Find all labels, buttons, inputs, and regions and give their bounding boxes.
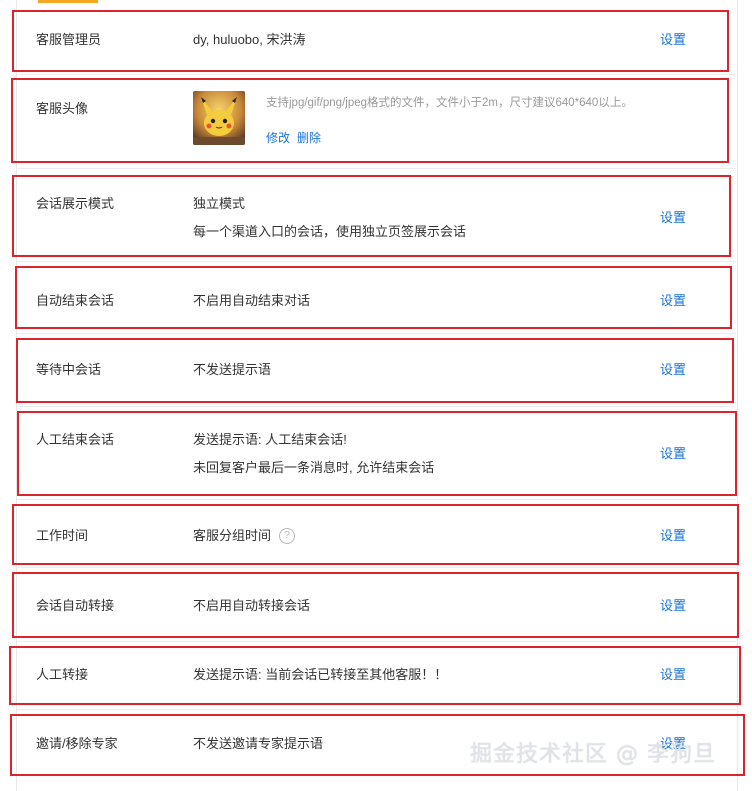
setting-row-auto-end: 自动结束会话 不启用自动结束对话 设置 [16, 266, 736, 328]
setting-row-work-hours: 工作时间 客服分组时间? 设置 [16, 504, 736, 566]
setting-row-auto-transfer: 会话自动转接 不启用自动转接会话 设置 [16, 572, 736, 638]
settings-link-work-hours[interactable]: 设置 [660, 525, 686, 544]
setting-description: 每一个渠道入口的会话，使用独立页签展示会话 [193, 224, 467, 239]
settings-link-manual-end[interactable]: 设置 [660, 443, 686, 462]
divider [16, 333, 736, 334]
question-circle-icon[interactable]: ? [279, 527, 296, 544]
avatar-image [193, 91, 245, 145]
setting-value: 不发送邀请专家提示语 [193, 736, 324, 751]
setting-row-waiting: 等待中会话 不发送提示语 设置 [16, 338, 736, 400]
setting-value: 客服分组时间 [193, 528, 272, 543]
avatar-delete-link[interactable]: 删除 [297, 129, 321, 146]
divider [16, 406, 736, 407]
setting-value: 不启用自动结束对话 [193, 293, 311, 308]
settings-link-display-mode[interactable]: 设置 [660, 207, 686, 226]
setting-label: 客服头像 [36, 101, 89, 116]
avatar-format-hint: 支持jpg/gif/png/jpeg格式的文件，文件小于2m，尺寸建议640*6… [266, 97, 633, 109]
setting-value: dy, huluobo, 宋洪涛 [193, 32, 306, 47]
divider [16, 261, 736, 262]
setting-label: 等待中会话 [36, 362, 102, 377]
setting-label: 自动结束会话 [36, 293, 115, 308]
setting-row-manual-end: 人工结束会话 发送提示语: 人工结束会话! 未回复客户最后一条消息时, 允许结束… [16, 412, 736, 494]
setting-label: 人工转接 [36, 667, 89, 682]
setting-row-avatar: 客服头像 支持jpg/gif/png/jpeg格式的文件，文件小于2m，尺寸建议… [16, 78, 736, 164]
divider [16, 709, 736, 710]
setting-label: 会话展示模式 [36, 196, 115, 211]
setting-row-admins: 客服管理员 dy, huluobo, 宋洪涛 设置 [16, 8, 736, 70]
settings-link-manual-transfer[interactable]: 设置 [660, 664, 686, 683]
setting-label: 会话自动转接 [36, 598, 115, 613]
setting-value: 不启用自动转接会话 [193, 598, 311, 613]
setting-label: 工作时间 [36, 528, 89, 543]
avatar-edit-link[interactable]: 修改 [266, 129, 290, 146]
setting-row-manual-transfer: 人工转接 发送提示语: 当前会话已转接至其他客服！！ 设置 [16, 646, 736, 706]
divider [16, 74, 736, 75]
setting-row-display-mode: 会话展示模式 独立模式 每一个渠道入口的会话，使用独立页签展示会话 设置 [16, 176, 736, 256]
watermark: 掘金技术社区 @ 李狗旦 [470, 742, 716, 767]
setting-label: 客服管理员 [36, 32, 102, 47]
setting-value-wrap: 客服分组时间? [193, 525, 296, 545]
divider [16, 567, 736, 568]
settings-link-admins[interactable]: 设置 [660, 29, 686, 48]
settings-link-auto-transfer[interactable]: 设置 [660, 595, 686, 614]
active-tab-indicator [38, 0, 98, 3]
divider [16, 499, 736, 500]
setting-value: 不发送提示语 [193, 362, 272, 377]
settings-link-auto-end[interactable]: 设置 [660, 290, 686, 309]
setting-value: 独立模式 [193, 196, 246, 211]
divider [16, 641, 736, 642]
setting-description: 未回复客户最后一条消息时, 允许结束会话 [193, 460, 435, 475]
setting-label: 邀请/移除专家 [36, 736, 118, 751]
settings-link-waiting[interactable]: 设置 [660, 359, 686, 378]
divider [16, 168, 736, 169]
setting-value: 发送提示语: 当前会话已转接至其他客服！！ [193, 667, 448, 682]
setting-value: 发送提示语: 人工结束会话! [193, 432, 347, 447]
setting-label: 人工结束会话 [36, 432, 115, 447]
